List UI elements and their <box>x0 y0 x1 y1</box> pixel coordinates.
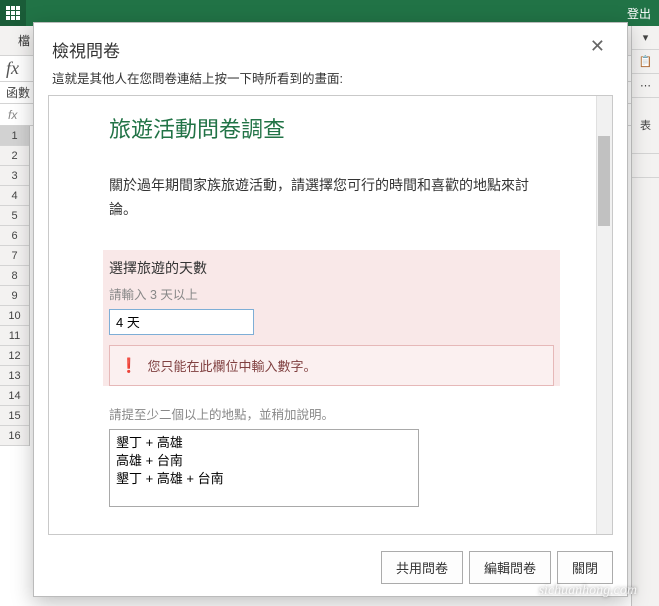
warning-icon: ❗ <box>120 357 137 374</box>
scrollbar-thumb[interactable] <box>598 136 610 226</box>
survey-intro: 關於過年期間家族旅遊活動，請選擇您可行的時間和喜歡的地點來討論。 <box>109 174 554 222</box>
modal-footer: 共用問卷 編輯問卷 關閉 <box>34 543 627 596</box>
edit-survey-button[interactable]: 編輯問卷 <box>469 551 551 584</box>
field-days-hint: 請輸入 3 天以上 <box>109 284 554 303</box>
modal-overlay: 檢視問卷 ✕ 這就是其他人在您問卷連結上按一下時所看到的畫面: 旅遊活動問卷調查… <box>0 0 659 606</box>
field-locations: 請提至少二個以上的地點，並稍加說明。 <box>109 404 554 510</box>
close-button[interactable]: 關閉 <box>557 551 613 584</box>
field-locations-hint: 請提至少二個以上的地點，並稍加說明。 <box>109 404 554 423</box>
modal-subtitle: 這就是其他人在您問卷連結上按一下時所看到的畫面: <box>34 68 627 95</box>
modal-title: 檢視問卷 <box>52 37 120 62</box>
error-message: ❗ 您只能在此欄位中輸入數字。 <box>109 345 554 386</box>
field-days-label: 選擇旅遊的天數 <box>109 258 554 278</box>
close-icon[interactable]: ✕ <box>586 37 609 55</box>
survey-preview-modal: 檢視問卷 ✕ 這就是其他人在您問卷連結上按一下時所看到的畫面: 旅遊活動問卷調查… <box>33 22 628 597</box>
modal-body: 旅遊活動問卷調查 關於過年期間家族旅遊活動，請選擇您可行的時間和喜歡的地點來討論… <box>49 96 612 534</box>
survey-title: 旅遊活動問卷調查 <box>109 112 554 144</box>
field-days: 選擇旅遊的天數 請輸入 3 天以上 ❗ 您只能在此欄位中輸入數字。 <box>103 250 560 386</box>
scrollbar[interactable] <box>596 96 612 534</box>
error-text: 您只能在此欄位中輸入數字。 <box>147 356 316 375</box>
days-input[interactable] <box>109 309 254 335</box>
locations-textarea[interactable] <box>109 429 419 507</box>
share-survey-button[interactable]: 共用問卷 <box>381 551 463 584</box>
